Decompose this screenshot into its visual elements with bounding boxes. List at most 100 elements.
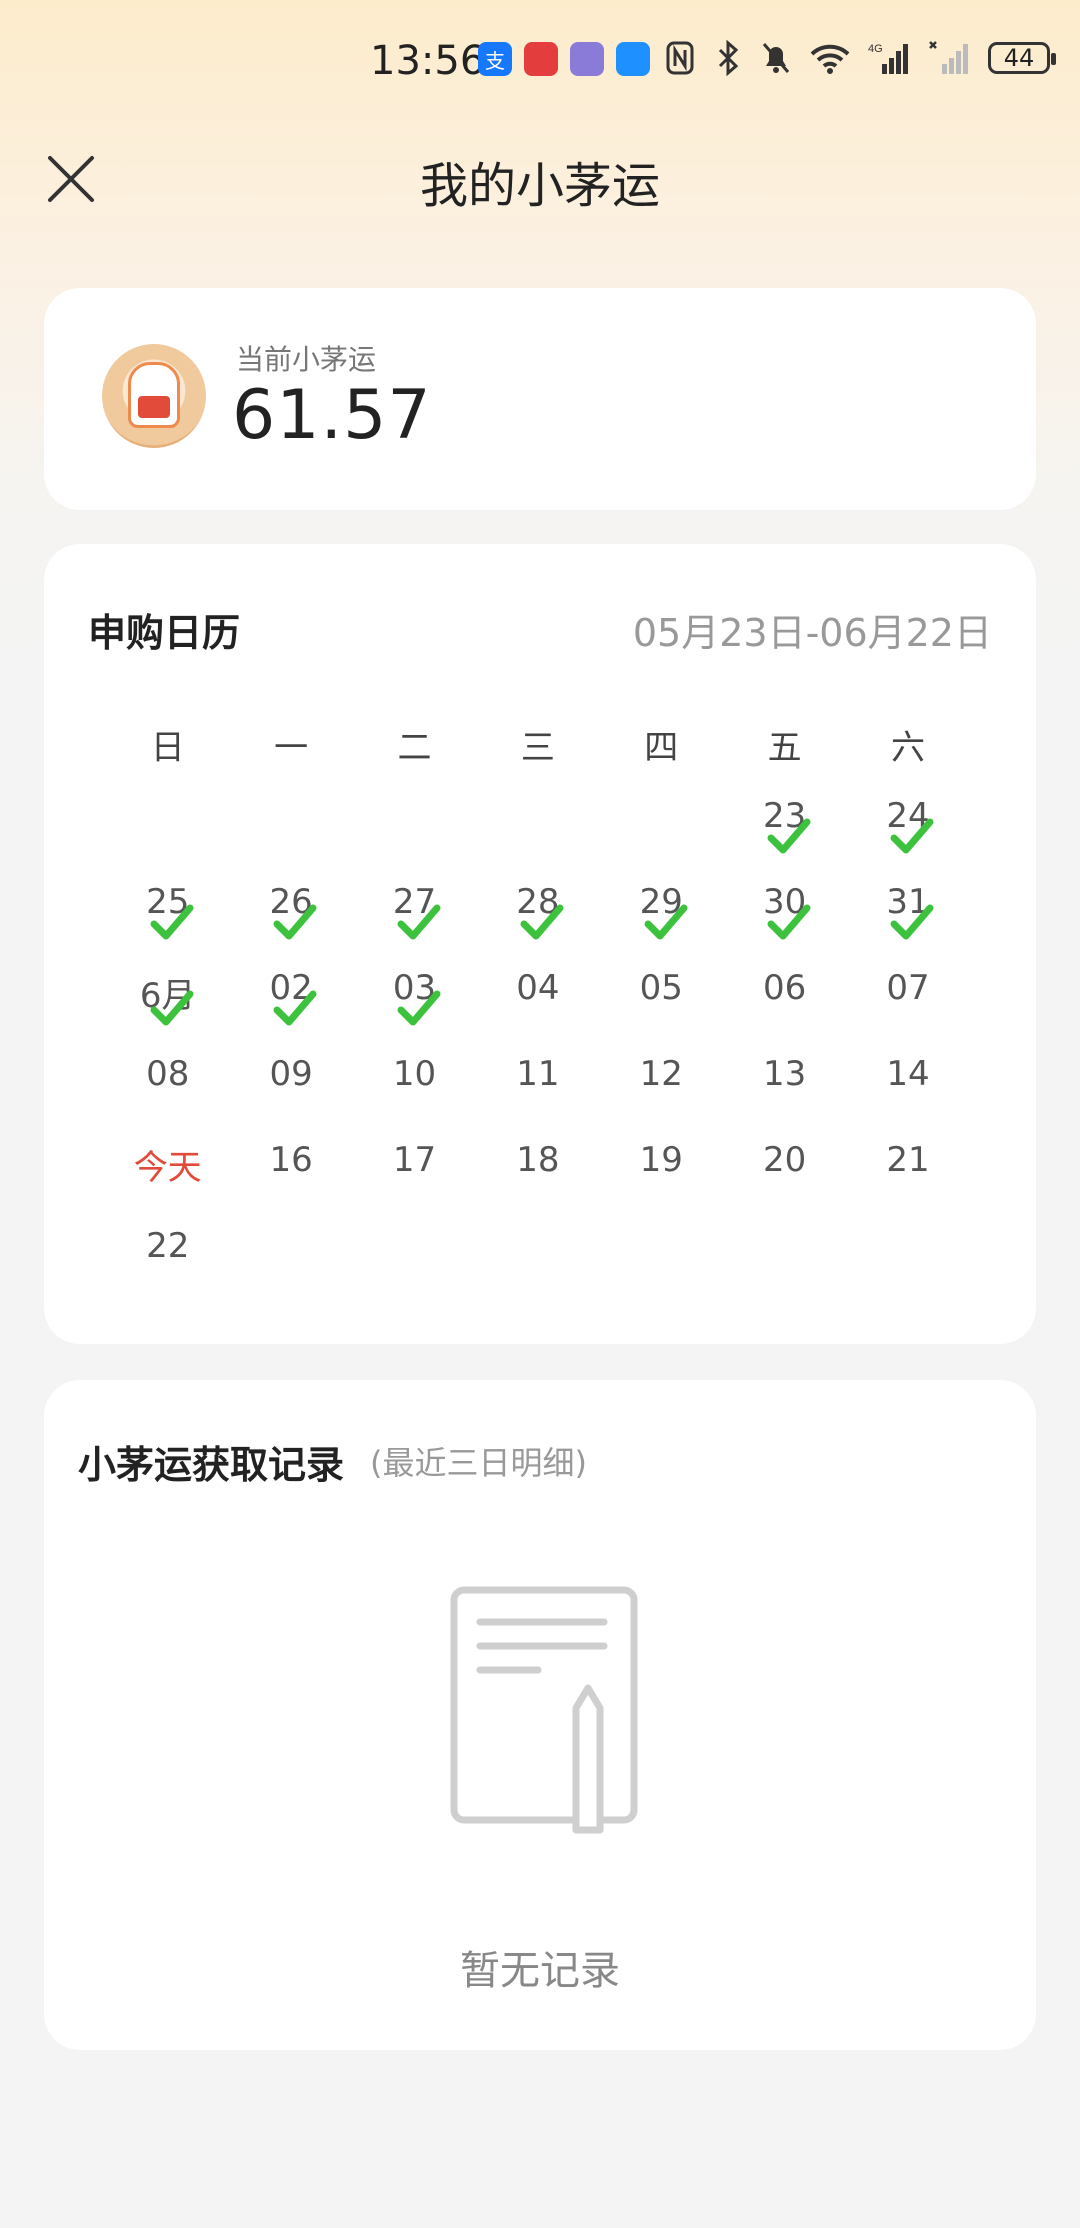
calendar-day[interactable]: 20 <box>723 1140 846 1232</box>
calendar-week-row: 今天 16 17 18 19 20 21 <box>106 1140 970 1232</box>
signal-4g-icon: 4G <box>868 43 908 74</box>
checkmark-icon <box>890 818 934 854</box>
calendar-day-label: 05 <box>639 968 683 1008</box>
calendar-day[interactable]: 12 <box>600 1054 723 1146</box>
calendar-day[interactable]: 27 <box>353 882 476 974</box>
weekday-header: 日 一 二 三 四 五 六 <box>106 720 970 769</box>
checkmark-icon <box>890 904 934 940</box>
calendar-empty-cell <box>476 802 599 888</box>
calendar-empty-cell <box>723 1232 846 1318</box>
checkmark-icon <box>273 904 317 940</box>
calendar-day[interactable]: 05 <box>600 968 723 1060</box>
calendar-day[interactable]: 04 <box>476 968 599 1060</box>
calendar-day[interactable]: 18 <box>476 1140 599 1232</box>
battery-level: 44 <box>1003 44 1035 72</box>
calendar-week-row: 08 09 10 11 12 13 14 <box>106 1054 970 1146</box>
calendar-empty-cell <box>229 1232 352 1318</box>
calendar-day[interactable]: 21 <box>846 1140 969 1232</box>
nav-bar: 我的小茅运 <box>0 128 1080 228</box>
status-time: 13:56 <box>370 38 486 84</box>
calendar-day-label: 今天 <box>133 1148 202 1188</box>
calendar-day-label: 20 <box>763 1140 807 1180</box>
browser-app-icon <box>616 42 650 76</box>
calendar-day[interactable]: 6月 <box>106 974 229 1060</box>
calendar-day[interactable]: 23 <box>723 796 846 888</box>
records-title: 小茅运获取记录 <box>78 1443 345 1487</box>
calendar-empty-cell <box>106 802 229 888</box>
calendar-day[interactable]: 24 <box>846 796 969 888</box>
weekday-label: 四 <box>644 728 679 768</box>
calendar-day[interactable]: 07 <box>846 968 969 1060</box>
weekday-label: 三 <box>520 728 555 768</box>
calendar-day-label: 22 <box>146 1226 190 1266</box>
calendar-day[interactable]: 02 <box>229 968 352 1060</box>
system-status-icons: 4G 44 <box>664 40 1056 76</box>
calendar-day-label: 16 <box>269 1140 313 1180</box>
weekday-label: 五 <box>767 728 802 768</box>
calendar-week-row: 25 26 27 28 29 30 31 <box>106 882 970 974</box>
weekday-label: 一 <box>274 728 309 768</box>
calendar-day[interactable]: 08 <box>106 1054 229 1146</box>
calendar-week-row: 6月 02 03 04 05 06 07 <box>106 968 970 1060</box>
calendar-day[interactable]: 06 <box>723 968 846 1060</box>
calendar-day-label: 18 <box>516 1140 560 1180</box>
calendar-day-label: 19 <box>639 1140 683 1180</box>
calendar-day[interactable]: 09 <box>229 1054 352 1146</box>
calendar-empty-cell <box>353 1232 476 1318</box>
calendar-day[interactable]: 03 <box>353 968 476 1060</box>
calendar-day[interactable]: 14 <box>846 1054 969 1146</box>
calendar-day[interactable]: 17 <box>353 1140 476 1232</box>
calendar-day-label: 12 <box>639 1054 683 1094</box>
signal-no-service-icon <box>929 41 968 74</box>
calendar-day-label: 08 <box>146 1054 190 1094</box>
checkmark-icon <box>273 990 317 1026</box>
checkmark-icon <box>520 904 564 940</box>
bluetooth-icon <box>718 40 739 76</box>
weekday-label: 日 <box>150 728 185 768</box>
weekday-label: 六 <box>891 728 926 768</box>
battery-indicator: 44 <box>988 42 1056 74</box>
calendar-day[interactable]: 29 <box>600 882 723 974</box>
calendar-day[interactable]: 30 <box>723 882 846 974</box>
mute-bell-icon <box>762 43 790 73</box>
calendar-empty-cell <box>353 802 476 888</box>
calendar-day-label: 06 <box>763 968 807 1008</box>
luck-label: 当前小茅运 <box>236 343 377 376</box>
calendar-day[interactable]: 25 <box>106 882 229 974</box>
calendar-day-today[interactable]: 今天 <box>106 1146 229 1232</box>
mascot-medal-icon <box>102 344 206 448</box>
calendar-grid: 23 24 25 26 27 28 29 30 31 6月 02 03 04 05 06 07 08 09 10 11… <box>106 796 970 1318</box>
calendar-empty-cell <box>846 1232 969 1318</box>
calendar-empty-cell <box>600 1232 723 1318</box>
status-bar: 13:56 支 4G 44 <box>0 0 1080 128</box>
calendar-day-label: 04 <box>516 968 560 1008</box>
checkmark-icon <box>150 904 194 940</box>
alipay-icon: 支 <box>478 42 512 76</box>
calendar-day[interactable]: 28 <box>476 882 599 974</box>
checkmark-icon <box>397 990 441 1026</box>
calendar-day[interactable]: 10 <box>353 1054 476 1146</box>
calendar-day[interactable]: 19 <box>600 1140 723 1232</box>
calendar-day-label: 11 <box>516 1054 560 1094</box>
current-luck-card: 当前小茅运 61.57 <box>44 288 1036 510</box>
checkmark-icon <box>150 990 194 1026</box>
notification-app-icons: 支 <box>478 42 650 76</box>
luck-value: 61.57 <box>232 376 432 455</box>
checkmark-icon <box>644 904 688 940</box>
calendar-day[interactable]: 13 <box>723 1054 846 1146</box>
calendar-empty-cell <box>600 802 723 888</box>
checkmark-icon <box>767 818 811 854</box>
calendar-day[interactable]: 16 <box>229 1140 352 1232</box>
calendar-day-label: 13 <box>763 1054 807 1094</box>
svg-text:4G: 4G <box>868 43 883 55</box>
calendar-day[interactable]: 31 <box>846 882 969 974</box>
calendar-day[interactable]: 26 <box>229 882 352 974</box>
camera-app-icon <box>570 42 604 76</box>
page-title: 我的小茅运 <box>419 158 660 214</box>
purchase-calendar-card: 申购日历 05月23日-06月22日 日 一 二 三 四 五 六 23 24 25 2… <box>44 544 1036 1344</box>
calendar-week-row: 23 24 <box>106 796 970 888</box>
calendar-day[interactable]: 22 <box>106 1226 229 1318</box>
calendar-day-label: 09 <box>269 1054 313 1094</box>
calendar-day[interactable]: 11 <box>476 1054 599 1146</box>
empty-notebook-icon <box>450 1586 638 1834</box>
